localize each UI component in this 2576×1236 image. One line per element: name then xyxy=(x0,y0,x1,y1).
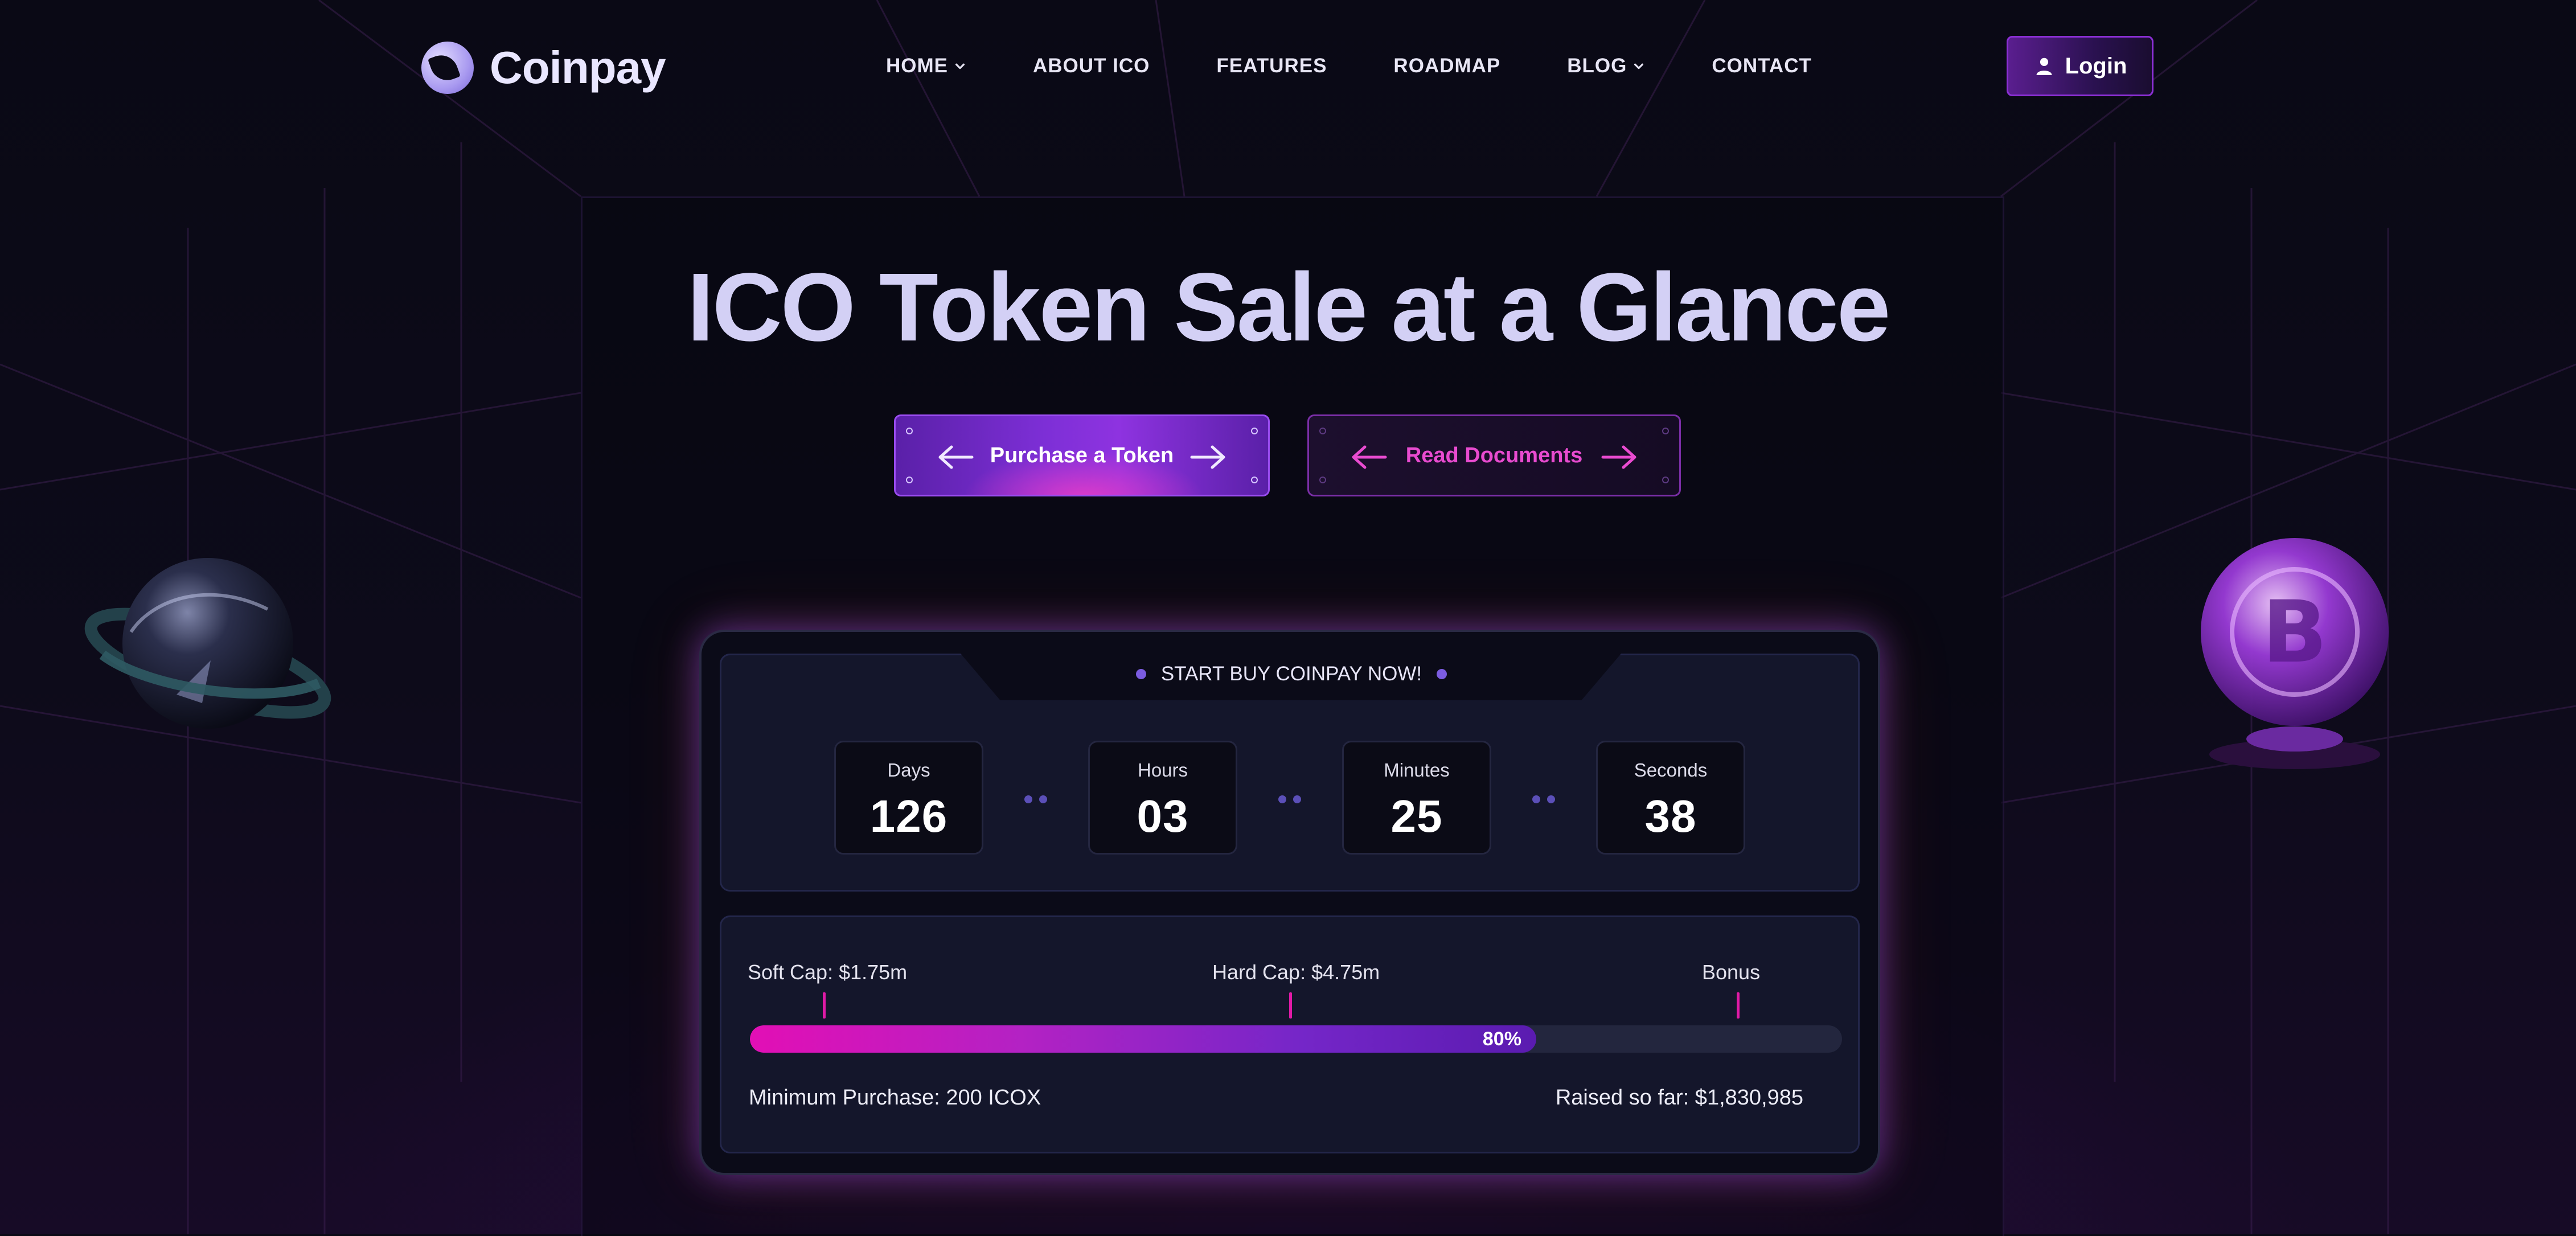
nav-item-roadmap[interactable]: ROADMAP xyxy=(1393,55,1500,77)
bullet-dot xyxy=(1135,669,1146,679)
arrow-right-icon xyxy=(1190,445,1225,469)
corner-dot xyxy=(1662,428,1669,434)
countdown-label: Seconds xyxy=(1634,759,1708,781)
corner-dot xyxy=(1662,477,1669,483)
countdown-value: 38 xyxy=(1644,791,1697,841)
countdown-seconds: Seconds 38 xyxy=(1596,741,1745,855)
purchase-token-label: Purchase a Token xyxy=(990,443,1174,467)
nav-item-about-ico[interactable]: ABOUT ICO xyxy=(1033,55,1150,77)
purchase-token-button[interactable]: Purchase a Token xyxy=(894,414,1270,496)
sale-progress-panel: Soft Cap: $1.75m Hard Cap: $4.75m Bonus … xyxy=(720,915,1860,1153)
countdown-label: Minutes xyxy=(1384,759,1450,781)
nav-item-label: FEATURES xyxy=(1216,55,1327,77)
bonus-label: Bonus xyxy=(1702,960,1761,984)
user-icon xyxy=(2036,58,2052,75)
countdown-value: 25 xyxy=(1390,791,1443,841)
nav-item-label: HOME xyxy=(886,55,948,77)
read-documents-button[interactable]: Read Documents xyxy=(1307,414,1681,496)
chevron-down-icon xyxy=(1634,63,1644,69)
countdown-panel: START BUY COINPAY NOW! Days 126 Hours 03… xyxy=(720,654,1860,892)
coinpay-logo-icon xyxy=(421,42,474,94)
planet-illustration xyxy=(84,558,331,729)
nav-item-blog[interactable]: BLOG xyxy=(1567,55,1645,77)
site-header: Coinpay HOME ABOUT ICO FEATURES ROADMAP … xyxy=(0,0,2576,137)
nav-item-label: ROADMAP xyxy=(1393,55,1501,77)
arrow-left-icon xyxy=(938,445,974,469)
token-sale-card: START BUY COINPAY NOW! Days 126 Hours 03… xyxy=(699,630,1880,1175)
nav-item-label: ABOUT ICO xyxy=(1033,55,1150,77)
nav-item-contact[interactable]: CONTACT xyxy=(1712,55,1812,77)
minimum-purchase: Minimum Purchase: 200 ICOX xyxy=(749,1086,1041,1110)
countdown-label: Days xyxy=(887,759,930,781)
brand-logo[interactable]: Coinpay xyxy=(421,36,666,99)
corner-dot xyxy=(906,428,913,434)
brand-name: Coinpay xyxy=(490,42,666,93)
svg-text:B: B xyxy=(2262,583,2327,682)
arrow-right-icon xyxy=(1601,445,1636,469)
countdown-separator xyxy=(1024,795,1051,804)
nav-item-label: BLOG xyxy=(1567,55,1627,77)
read-documents-label: Read Documents xyxy=(1405,443,1583,467)
sale-banner-text: START BUY COINPAY NOW! xyxy=(1160,663,1422,685)
countdown-value: 03 xyxy=(1137,791,1189,841)
countdown-separator xyxy=(1278,795,1305,804)
login-button[interactable]: Login xyxy=(2007,36,2153,96)
nav-item-label: CONTACT xyxy=(1712,55,1812,77)
countdown-minutes: Minutes 25 xyxy=(1342,741,1491,855)
raised-so-far: Raised so far: $1,830,985 xyxy=(1555,1086,1803,1110)
login-label: Login xyxy=(2065,53,2127,79)
hard-cap-marker xyxy=(1289,992,1292,1019)
sale-progress-bar: 80% xyxy=(750,1025,1842,1053)
corner-dot xyxy=(1251,428,1258,434)
soft-cap-marker xyxy=(823,992,826,1019)
page-title: ICO Token Sale at a Glance xyxy=(687,253,1891,362)
sale-progress-fill: 80% xyxy=(750,1025,1536,1053)
countdown-label: Hours xyxy=(1137,759,1188,781)
hard-cap-label: Hard Cap: $4.75m xyxy=(1212,960,1380,984)
arrow-left-icon xyxy=(1352,445,1387,469)
countdown-value: 126 xyxy=(869,791,948,841)
corner-dot xyxy=(1319,428,1326,434)
main-nav: HOME ABOUT ICO FEATURES ROADMAP BLOG CON… xyxy=(886,55,1812,77)
sale-banner: START BUY COINPAY NOW! xyxy=(721,655,1861,693)
countdown-days: Days 126 xyxy=(834,741,983,855)
nav-item-home[interactable]: HOME xyxy=(886,55,966,77)
corner-dot xyxy=(1319,477,1326,483)
corner-dot xyxy=(906,477,913,483)
nav-item-features[interactable]: FEATURES xyxy=(1216,55,1327,77)
chevron-down-icon xyxy=(955,63,965,69)
countdown-hours: Hours 03 xyxy=(1088,741,1237,855)
corner-dot xyxy=(1251,477,1258,483)
bullet-dot xyxy=(1437,669,1447,679)
soft-cap-label: Soft Cap: $1.75m xyxy=(748,960,908,984)
bitcoin-orb-illustration: B xyxy=(2201,538,2389,769)
countdown-timer: Days 126 Hours 03 Minutes 25 Seconds 38 xyxy=(834,741,1751,855)
countdown-separator xyxy=(1532,795,1558,804)
progress-percent: 80% xyxy=(1482,1028,1521,1050)
bonus-marker xyxy=(1737,992,1740,1019)
